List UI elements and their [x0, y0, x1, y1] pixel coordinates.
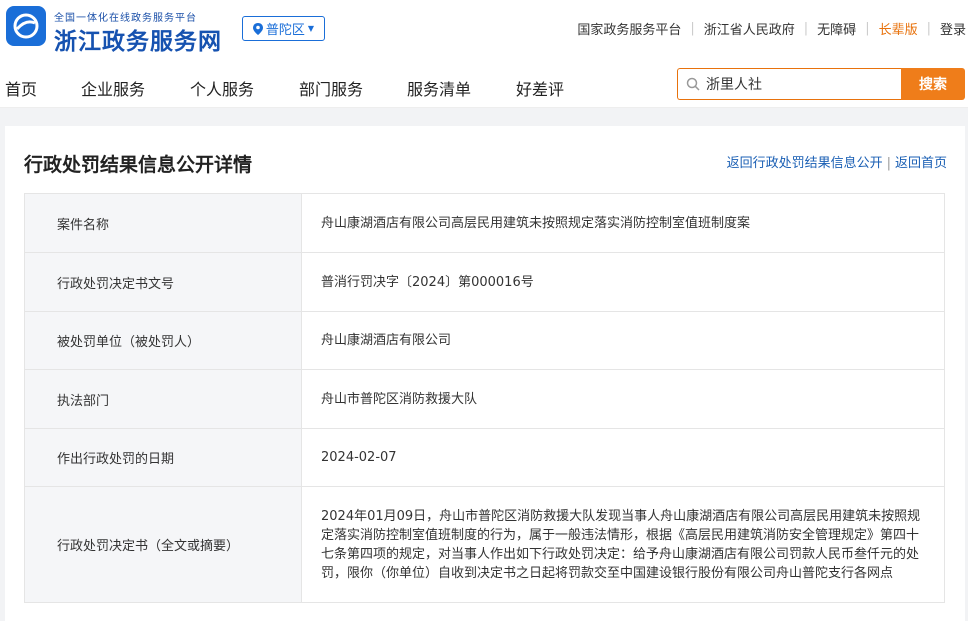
main-nav: 首页 企业服务 个人服务 部门服务 服务清单 好差评 搜索 [0, 60, 968, 108]
divider: | [865, 21, 870, 36]
nav-home[interactable]: 首页 [5, 76, 37, 100]
row-value: 2024-02-07 [301, 428, 945, 487]
row-label: 行政处罚决定书文号 [24, 252, 302, 312]
caret-down-icon: ▼ [307, 24, 315, 33]
table-row: 行政处罚决定书文号 普消行罚决字〔2024〕第000016号 [24, 252, 945, 312]
logo-icon[interactable] [6, 6, 46, 46]
table-row: 执法部门 舟山市普陀区消防救援大队 [24, 369, 945, 429]
table-row: 行政处罚决定书（全文或摘要） 2024年01月09日，舟山市普陀区消防救援大队发… [24, 486, 945, 603]
search-input[interactable] [706, 76, 886, 92]
search-button[interactable]: 搜索 [901, 68, 965, 100]
link-national-platform[interactable]: 国家政务服务平台 [577, 19, 681, 38]
top-header: 全国一体化在线政务服务平台 浙江政务服务网 普陀区 ▼ 国家政务服务平台 | 浙… [0, 0, 968, 60]
panel-links: 返回行政处罚结果信息公开 | 返回首页 [727, 152, 947, 171]
nav-service-list[interactable]: 服务清单 [407, 76, 471, 100]
detail-table: 案件名称 舟山康湖酒店有限公司高层民用建筑未按照规定落实消防控制室值班制度案 行… [24, 193, 945, 603]
row-value: 2024年01月09日，舟山市普陀区消防救援大队发现当事人舟山康湖酒店有限公司高… [301, 486, 945, 603]
link-elder-mode[interactable]: 长辈版 [879, 19, 918, 38]
table-row: 作出行政处罚的日期 2024-02-07 [24, 428, 945, 487]
divider: | [926, 21, 931, 36]
nav-department[interactable]: 部门服务 [299, 76, 363, 100]
row-label: 案件名称 [24, 193, 302, 253]
table-row: 被处罚单位（被处罚人） 舟山康湖酒店有限公司 [24, 311, 945, 370]
row-label: 行政处罚决定书（全文或摘要） [24, 486, 302, 603]
row-value: 舟山康湖酒店有限公司高层民用建筑未按照规定落实消防控制室值班制度案 [301, 193, 945, 253]
row-label: 被处罚单位（被处罚人） [24, 311, 302, 370]
search-box [677, 68, 902, 100]
table-row: 案件名称 舟山康湖酒店有限公司高层民用建筑未按照规定落实消防控制室值班制度案 [24, 193, 945, 253]
logo-title[interactable]: 浙江政务服务网 [54, 22, 222, 56]
detail-panel: 行政处罚结果信息公开详情 返回行政处罚结果信息公开 | 返回首页 案件名称 舟山康湖… [5, 126, 965, 621]
nav-enterprise[interactable]: 企业服务 [81, 76, 145, 100]
region-selector[interactable]: 普陀区 ▼ [242, 16, 325, 41]
location-pin-icon [252, 22, 263, 35]
row-value: 舟山市普陀区消防救援大队 [301, 369, 945, 429]
link-zhejiang-government[interactable]: 浙江省人民政府 [704, 19, 795, 38]
link-login[interactable]: 登录 [940, 19, 966, 38]
nav-evaluation[interactable]: 好差评 [516, 76, 564, 100]
row-label: 作出行政处罚的日期 [24, 428, 302, 487]
link-accessibility[interactable]: 无障碍 [817, 19, 856, 38]
top-links: 国家政务服务平台 | 浙江省人民政府 | 无障碍 | 长辈版 | 登录 [577, 19, 966, 38]
divider: | [886, 156, 891, 171]
nav-personal[interactable]: 个人服务 [190, 76, 254, 100]
divider: | [690, 21, 695, 36]
region-label: 普陀区 [265, 23, 305, 38]
search-icon [686, 77, 700, 91]
row-value: 普消行罚决字〔2024〕第000016号 [301, 252, 945, 312]
row-label: 执法部门 [24, 369, 302, 429]
divider: | [803, 21, 809, 36]
page-title: 行政处罚结果信息公开详情 [24, 154, 253, 176]
back-to-list-link[interactable]: 返回行政处罚结果信息公开 [727, 156, 883, 171]
back-home-link[interactable]: 返回首页 [895, 156, 947, 171]
row-value: 舟山康湖酒店有限公司 [301, 311, 945, 370]
